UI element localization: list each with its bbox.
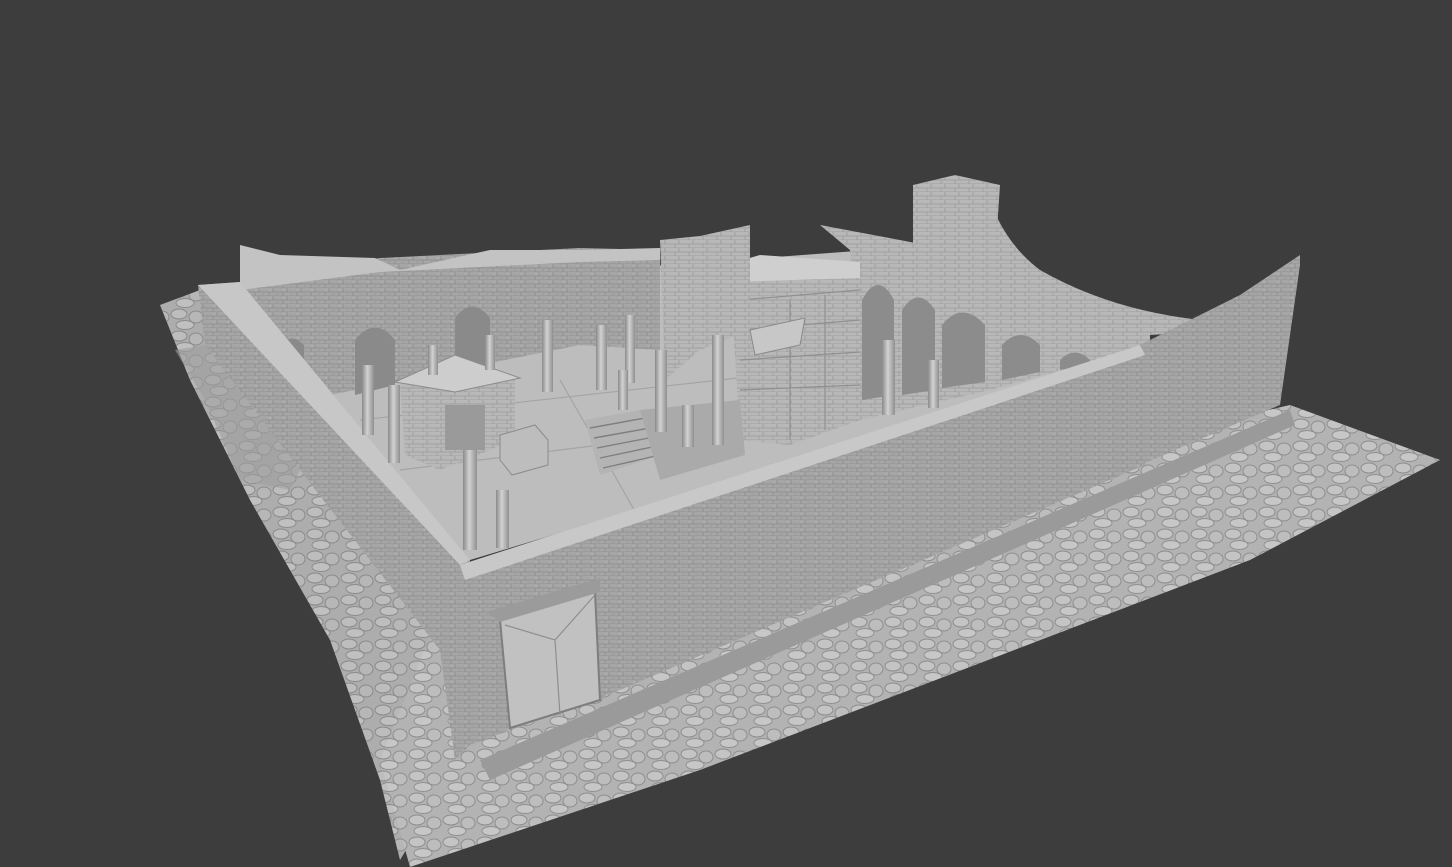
back-arch-1 [355, 327, 395, 395]
ruin-model [160, 175, 1440, 867]
3d-viewport[interactable] [0, 0, 1452, 867]
altar-block [499, 424, 549, 476]
